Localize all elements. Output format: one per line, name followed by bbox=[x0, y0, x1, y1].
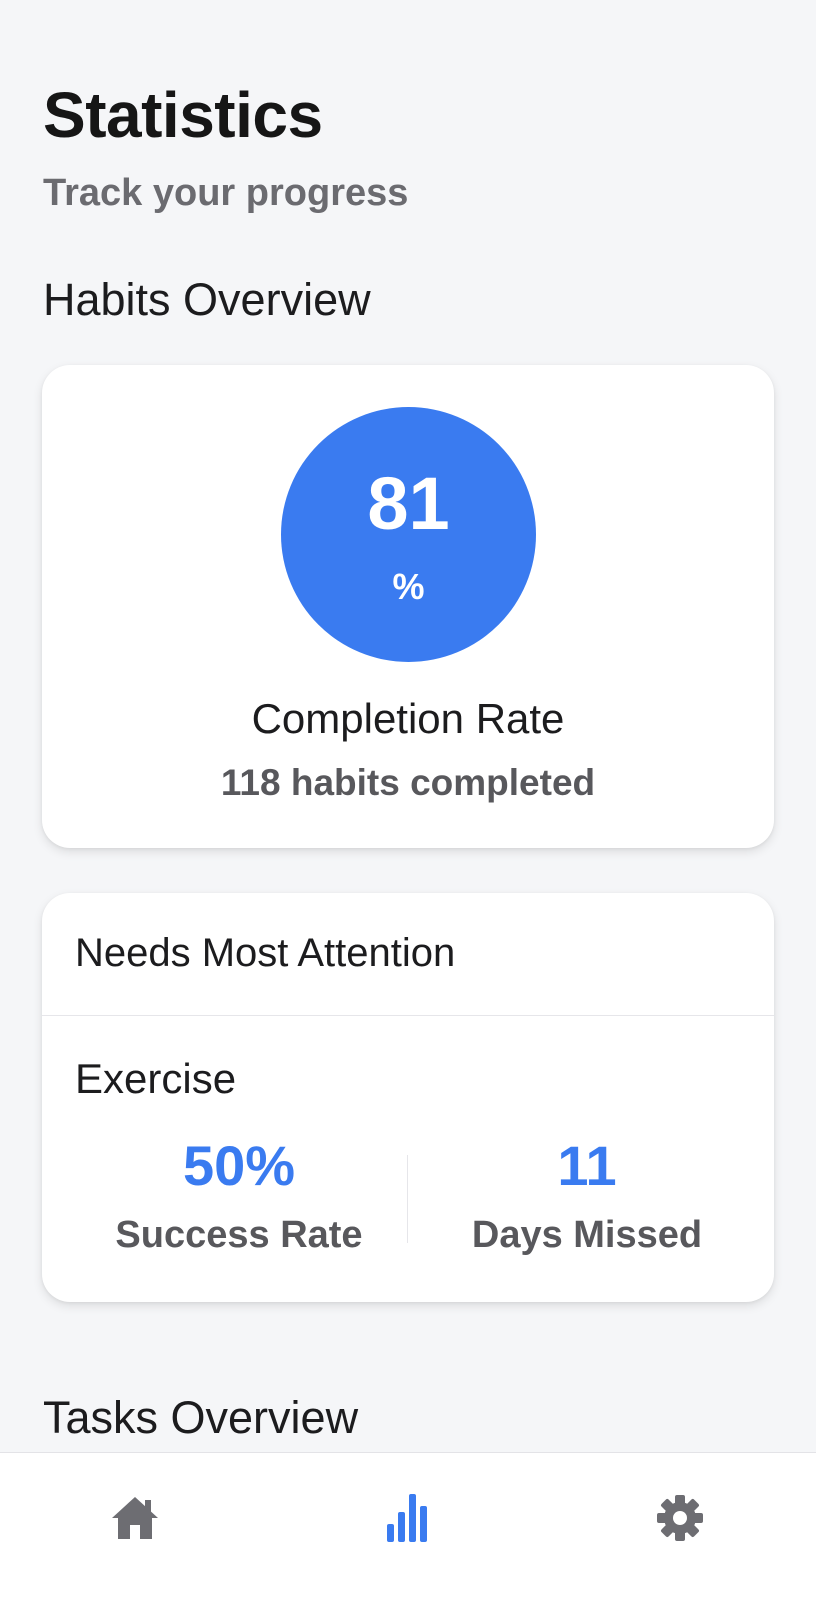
needs-attention-card[interactable]: Needs Most Attention Exercise 50% Succes… bbox=[42, 893, 774, 1302]
attention-habit-name: Exercise bbox=[75, 1055, 237, 1102]
stat-separator bbox=[407, 1155, 408, 1243]
days-missed-value: 11 bbox=[557, 1134, 617, 1197]
gear-icon bbox=[657, 1495, 703, 1541]
habits-overview-title: Habits Overview bbox=[43, 274, 371, 325]
nav-settings-button[interactable] bbox=[620, 1473, 740, 1563]
statistics-screen: Statistics Track your progress Habits Ov… bbox=[0, 0, 816, 1600]
bottom-navigation bbox=[0, 1452, 816, 1600]
nav-home-button[interactable] bbox=[75, 1473, 195, 1563]
success-rate-label: Success Rate bbox=[115, 1214, 363, 1256]
habits-overview-card: 81 % Completion Rate 118 habits complete… bbox=[42, 365, 774, 848]
completion-rate-value: 81 bbox=[367, 462, 450, 545]
card-divider bbox=[42, 1015, 774, 1016]
home-icon bbox=[112, 1497, 158, 1539]
needs-attention-title: Needs Most Attention bbox=[75, 931, 456, 975]
days-missed-stat: 11 Days Missed bbox=[422, 1138, 752, 1257]
page-title: Statistics bbox=[43, 79, 323, 151]
bar-chart-icon bbox=[387, 1494, 427, 1542]
completion-rate-unit: % bbox=[392, 566, 425, 607]
habits-completed-count: 118 habits completed bbox=[220, 762, 596, 803]
page-subtitle: Track your progress bbox=[43, 172, 409, 214]
tasks-overview-title: Tasks Overview bbox=[43, 1392, 359, 1443]
nav-statistics-button[interactable] bbox=[348, 1473, 468, 1563]
days-missed-label: Days Missed bbox=[471, 1214, 703, 1256]
success-rate-value: 50% bbox=[182, 1134, 296, 1197]
success-rate-stat: 50% Success Rate bbox=[74, 1138, 404, 1257]
completion-rate-circle: 81 % bbox=[281, 407, 536, 662]
completion-rate-label: Completion Rate bbox=[251, 695, 565, 742]
